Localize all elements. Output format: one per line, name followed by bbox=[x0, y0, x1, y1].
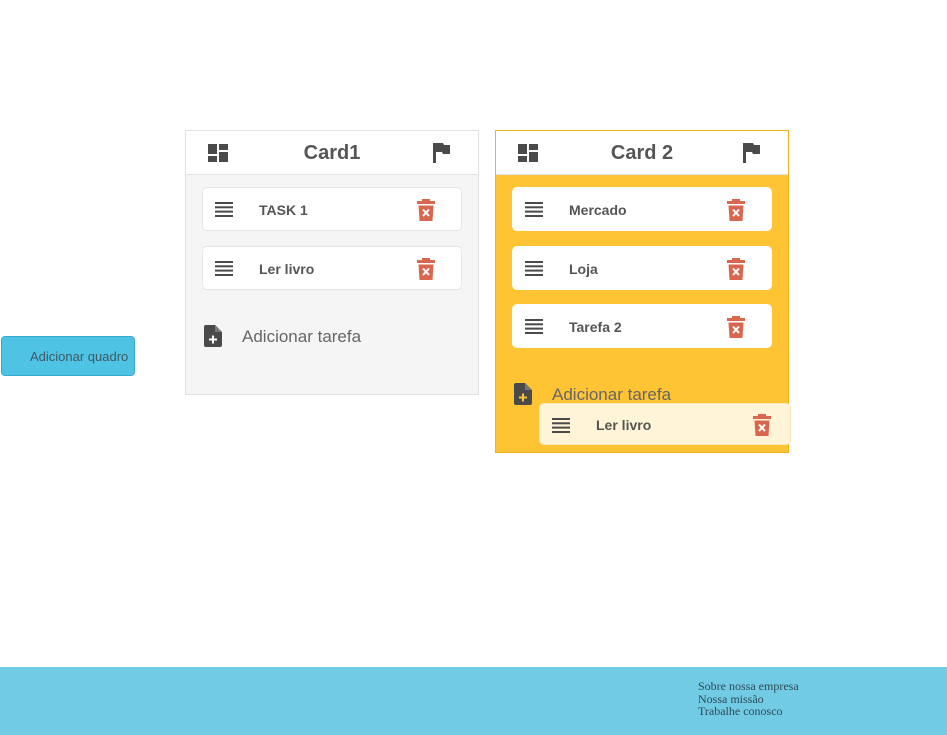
task-label: Ler livro bbox=[259, 261, 315, 277]
drag-handle-icon[interactable] bbox=[525, 319, 543, 334]
add-file-icon bbox=[514, 383, 532, 405]
dragging-task-card[interactable]: Ler livro bbox=[539, 403, 791, 445]
task-label: Ler livro bbox=[596, 417, 652, 433]
add-board-button[interactable]: Adicionar quadro bbox=[1, 336, 135, 376]
task-label: Loja bbox=[569, 261, 598, 277]
flag-icon[interactable] bbox=[742, 143, 760, 163]
board-card1: Card1 TASK 1 Ler livro Adicionar tarefa bbox=[185, 130, 479, 395]
task-label: Mercado bbox=[569, 202, 627, 218]
footer: Sobre nossa empresa Nossa missão Trabalh… bbox=[0, 667, 947, 735]
task-card[interactable]: Tarefa 2 bbox=[512, 304, 772, 348]
trash-icon[interactable] bbox=[727, 258, 745, 280]
trash-icon[interactable] bbox=[727, 316, 745, 338]
drag-handle-icon[interactable] bbox=[552, 418, 570, 433]
task-card[interactable]: Loja bbox=[512, 246, 772, 290]
task-label: Tarefa 2 bbox=[569, 319, 622, 335]
footer-links: Sobre nossa empresa Nossa missão Trabalh… bbox=[698, 680, 799, 718]
footer-link-about[interactable]: Sobre nossa empresa bbox=[698, 680, 799, 693]
board-header: Card 2 bbox=[496, 131, 788, 175]
drag-handle-icon[interactable] bbox=[525, 261, 543, 276]
drag-handle-icon[interactable] bbox=[215, 261, 233, 276]
drag-handle-icon[interactable] bbox=[525, 202, 543, 217]
task-card[interactable]: TASK 1 bbox=[202, 187, 462, 231]
drag-handle-icon[interactable] bbox=[215, 202, 233, 217]
trash-icon[interactable] bbox=[753, 414, 771, 436]
task-label: TASK 1 bbox=[259, 202, 308, 218]
add-task-label: Adicionar tarefa bbox=[242, 327, 362, 346]
task-card[interactable]: Mercado bbox=[512, 187, 772, 231]
add-task-label: Adicionar tarefa bbox=[552, 385, 672, 404]
footer-link-careers[interactable]: Trabalhe conosco bbox=[698, 705, 799, 718]
add-file-icon bbox=[204, 325, 222, 347]
task-card[interactable]: Ler livro bbox=[202, 246, 462, 290]
trash-icon[interactable] bbox=[727, 199, 745, 221]
board-header: Card1 bbox=[186, 131, 478, 175]
trash-icon[interactable] bbox=[417, 199, 435, 221]
flag-icon[interactable] bbox=[432, 143, 450, 163]
trash-icon[interactable] bbox=[417, 258, 435, 280]
